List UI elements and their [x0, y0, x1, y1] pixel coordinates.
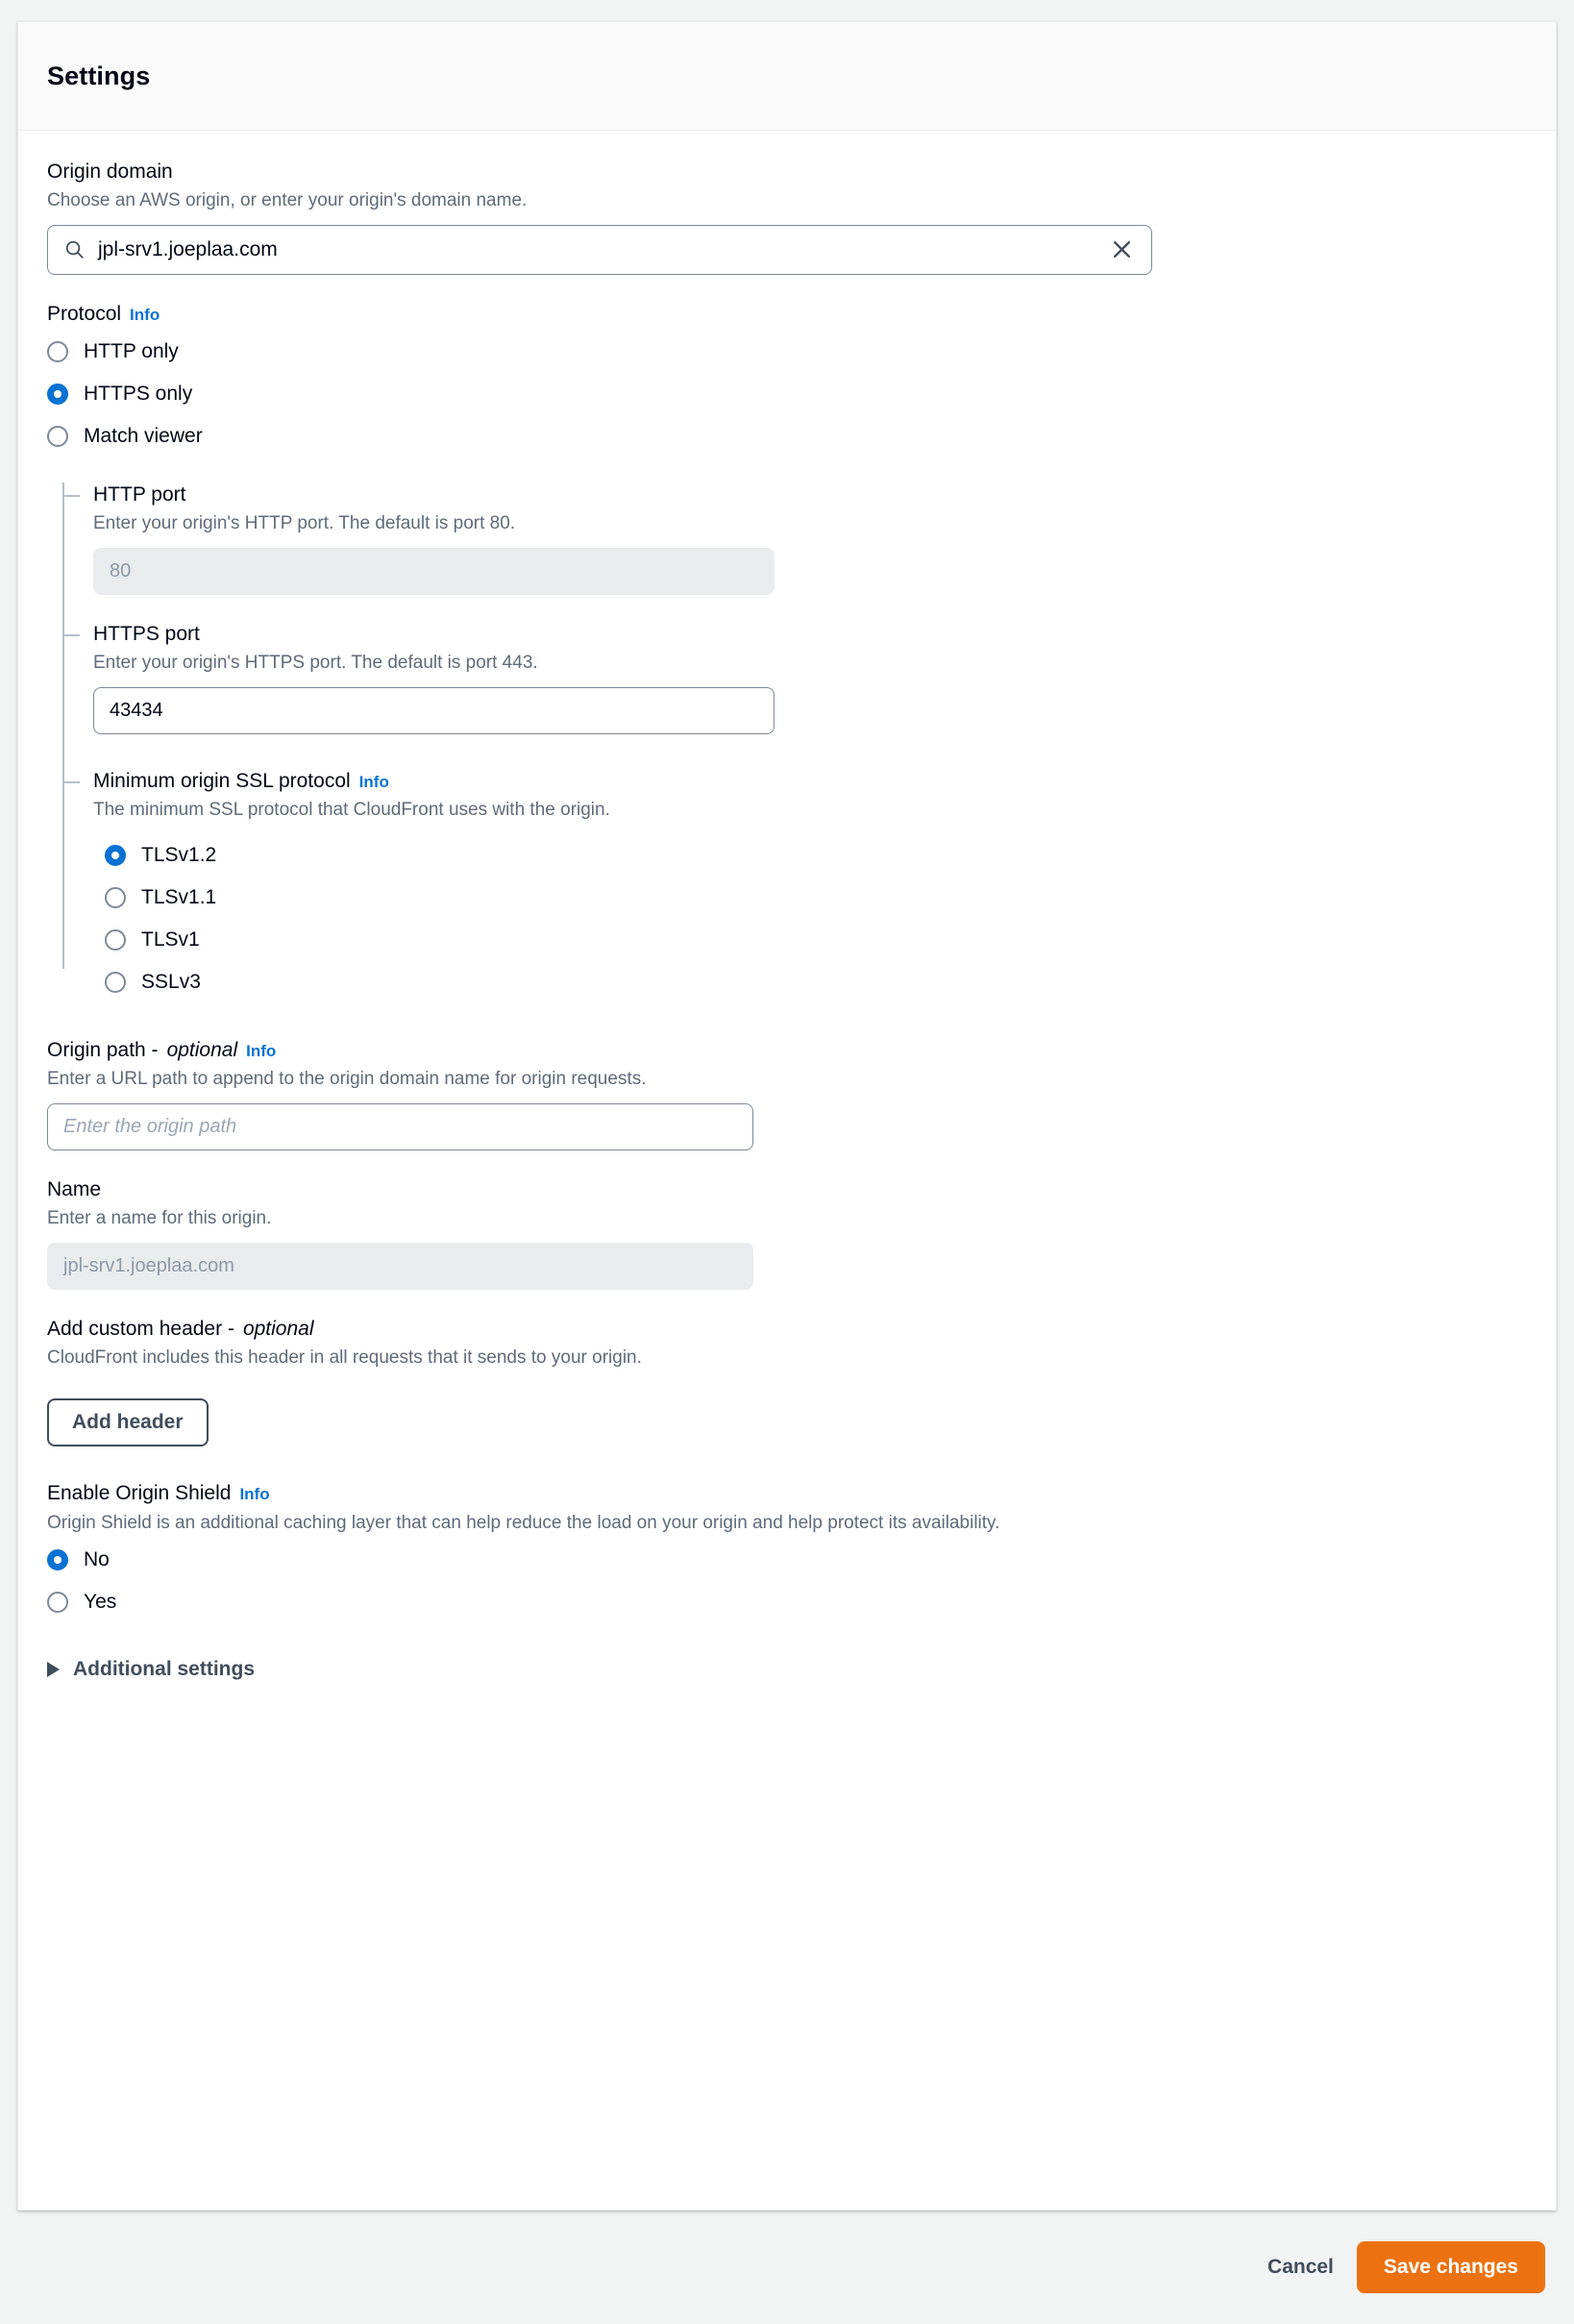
additional-settings-label: Additional settings [73, 1658, 255, 1681]
settings-card: Settings Origin domain Choose an AWS ori… [17, 21, 1557, 2211]
radio-icon [105, 886, 126, 908]
name-section: Name Enter a name for this origin. jpl-s… [47, 1177, 1527, 1290]
custom-header-label: Add custom header - optional [47, 1317, 1527, 1342]
http-port-value: 80 [110, 560, 132, 582]
origin-path-placeholder: Enter the origin path [63, 1115, 237, 1137]
http-port-label-text: HTTP port [93, 483, 186, 507]
origin-shield-option-yes[interactable]: Yes [47, 1581, 1527, 1623]
min-ssl-option-label: TLSv1 [141, 927, 200, 951]
min-ssl-option-tlsv12[interactable]: TLSv1.2 [105, 834, 1527, 877]
tree-branch-icon [62, 780, 80, 783]
https-port-label-text: HTTPS port [93, 623, 200, 646]
name-label: Name [47, 1177, 1527, 1202]
origin-domain-description: Choose an AWS origin, or enter your orig… [47, 190, 528, 211]
min-ssl-protocol-section: Minimum origin SSL protocol Info The min… [62, 769, 1527, 1003]
protocol-option-label: HTTP only [84, 340, 179, 363]
search-icon [63, 238, 86, 260]
name-label-text: Name [47, 1177, 102, 1200]
origin-domain-label: Origin domain [47, 160, 1527, 185]
min-ssl-option-label: SSLv3 [141, 970, 201, 993]
save-changes-button[interactable]: Save changes [1356, 2241, 1545, 2293]
min-ssl-protocol-label-text: Minimum origin SSL protocol [93, 769, 351, 792]
origin-path-label-text: Origin path - [47, 1038, 159, 1061]
card-body: Origin domain Choose an AWS origin, or e… [18, 131, 1556, 1681]
origin-shield-option-label: No [84, 1548, 110, 1571]
https-port-input[interactable]: 43434 [93, 686, 775, 734]
min-ssl-protocol-description: The minimum SSL protocol that CloudFront… [93, 800, 610, 821]
origin-path-optional-text: optional [166, 1038, 238, 1061]
caret-right-icon [47, 1662, 60, 1678]
origin-shield-option-no[interactable]: No [47, 1539, 1527, 1581]
name-description: Enter a name for this origin. [47, 1207, 272, 1228]
origin-domain-input[interactable]: jpl-srv1.joeplaa.com [47, 224, 1152, 275]
protocol-option-label: HTTPS only [84, 383, 193, 406]
https-port-section: HTTPS port Enter your origin's HTTPS por… [62, 622, 1527, 734]
origin-shield-label-text: Enable Origin Shield [47, 1482, 232, 1505]
origin-path-info-link[interactable]: Info [246, 1041, 276, 1061]
protocol-option-https-only[interactable]: HTTPS only [47, 373, 1527, 415]
min-ssl-option-tlsv11[interactable]: TLSv1.1 [105, 877, 1527, 919]
protocol-nested-settings: HTTP port Enter your origin's HTTP port.… [47, 482, 1527, 1003]
https-port-label: HTTPS port [93, 622, 1527, 647]
close-icon[interactable] [1110, 237, 1134, 261]
min-ssl-option-label: TLSv1.1 [141, 885, 217, 908]
origin-shield-section: Enable Origin Shield Info Origin Shield … [47, 1481, 1527, 1623]
http-port-description: Enter your origin's HTTP port. The defau… [93, 513, 516, 534]
custom-header-section: Add custom header - optional CloudFront … [47, 1317, 1527, 1447]
min-ssl-option-tlsv1[interactable]: TLSv1 [105, 919, 1527, 961]
protocol-section: Protocol Info HTTP only HTTPS only Match… [47, 302, 1527, 1003]
name-input: jpl-srv1.joeplaa.com [47, 1242, 753, 1290]
origin-path-label: Origin path - optional Info [47, 1038, 1527, 1063]
custom-header-optional-text: optional [242, 1317, 314, 1340]
radio-icon-selected [105, 844, 126, 866]
http-port-input: 80 [93, 548, 775, 596]
protocol-label: Protocol Info [47, 302, 1527, 327]
radio-icon [47, 1592, 68, 1614]
protocol-option-http-only[interactable]: HTTP only [47, 331, 1527, 373]
settings-page: Settings Origin domain Choose an AWS ori… [0, 0, 1574, 2324]
card-header: Settings [18, 22, 1556, 131]
add-header-button[interactable]: Add header [47, 1398, 209, 1447]
origin-shield-info-link[interactable]: Info [239, 1484, 269, 1504]
page-title: Settings [47, 61, 151, 90]
min-ssl-option-sslv3[interactable]: SSLv3 [105, 961, 1527, 1003]
origin-path-section: Origin path - optional Info Enter a URL … [47, 1038, 1527, 1150]
radio-icon-selected [47, 1549, 68, 1571]
protocol-option-label: Match viewer [84, 425, 203, 448]
origin-domain-value: jpl-srv1.joeplaa.com [98, 237, 278, 260]
custom-header-label-text: Add custom header - [47, 1317, 234, 1340]
additional-settings-toggle[interactable]: Additional settings [47, 1658, 1527, 1681]
https-port-description: Enter your origin's HTTPS port. The defa… [93, 653, 538, 674]
origin-shield-label: Enable Origin Shield Info [47, 1481, 1527, 1506]
origin-shield-option-label: Yes [84, 1591, 117, 1614]
radio-icon [105, 928, 126, 951]
http-port-label: HTTP port [93, 482, 1527, 507]
radio-icon-selected [47, 383, 68, 406]
radio-icon [105, 971, 126, 993]
footer-actions: Cancel Save changes [0, 2211, 1574, 2324]
origin-shield-description: Origin Shield is an additional caching l… [47, 1512, 1000, 1533]
tree-branch-icon [62, 634, 80, 637]
custom-header-description: CloudFront includes this header in all r… [47, 1347, 642, 1368]
http-port-section: HTTP port Enter your origin's HTTP port.… [62, 482, 1527, 596]
origin-path-input[interactable]: Enter the origin path [47, 1102, 753, 1150]
min-ssl-protocol-label: Minimum origin SSL protocol Info [93, 769, 1527, 794]
origin-path-description: Enter a URL path to append to the origin… [47, 1069, 647, 1090]
radio-icon [47, 426, 68, 448]
origin-domain-label-text: Origin domain [47, 161, 173, 183]
origin-domain-section: Origin domain Choose an AWS origin, or e… [47, 160, 1527, 275]
name-value: jpl-srv1.joeplaa.com [63, 1254, 234, 1276]
protocol-label-text: Protocol [47, 302, 122, 325]
radio-icon [47, 341, 68, 363]
min-ssl-option-label: TLSv1.2 [141, 843, 217, 866]
cancel-button[interactable]: Cancel [1254, 2256, 1347, 2279]
protocol-option-match-viewer[interactable]: Match viewer [47, 415, 1527, 457]
https-port-value: 43434 [110, 699, 163, 721]
protocol-info-link[interactable]: Info [130, 305, 160, 325]
tree-branch-icon [62, 495, 80, 498]
min-ssl-protocol-info-link[interactable]: Info [359, 772, 389, 792]
